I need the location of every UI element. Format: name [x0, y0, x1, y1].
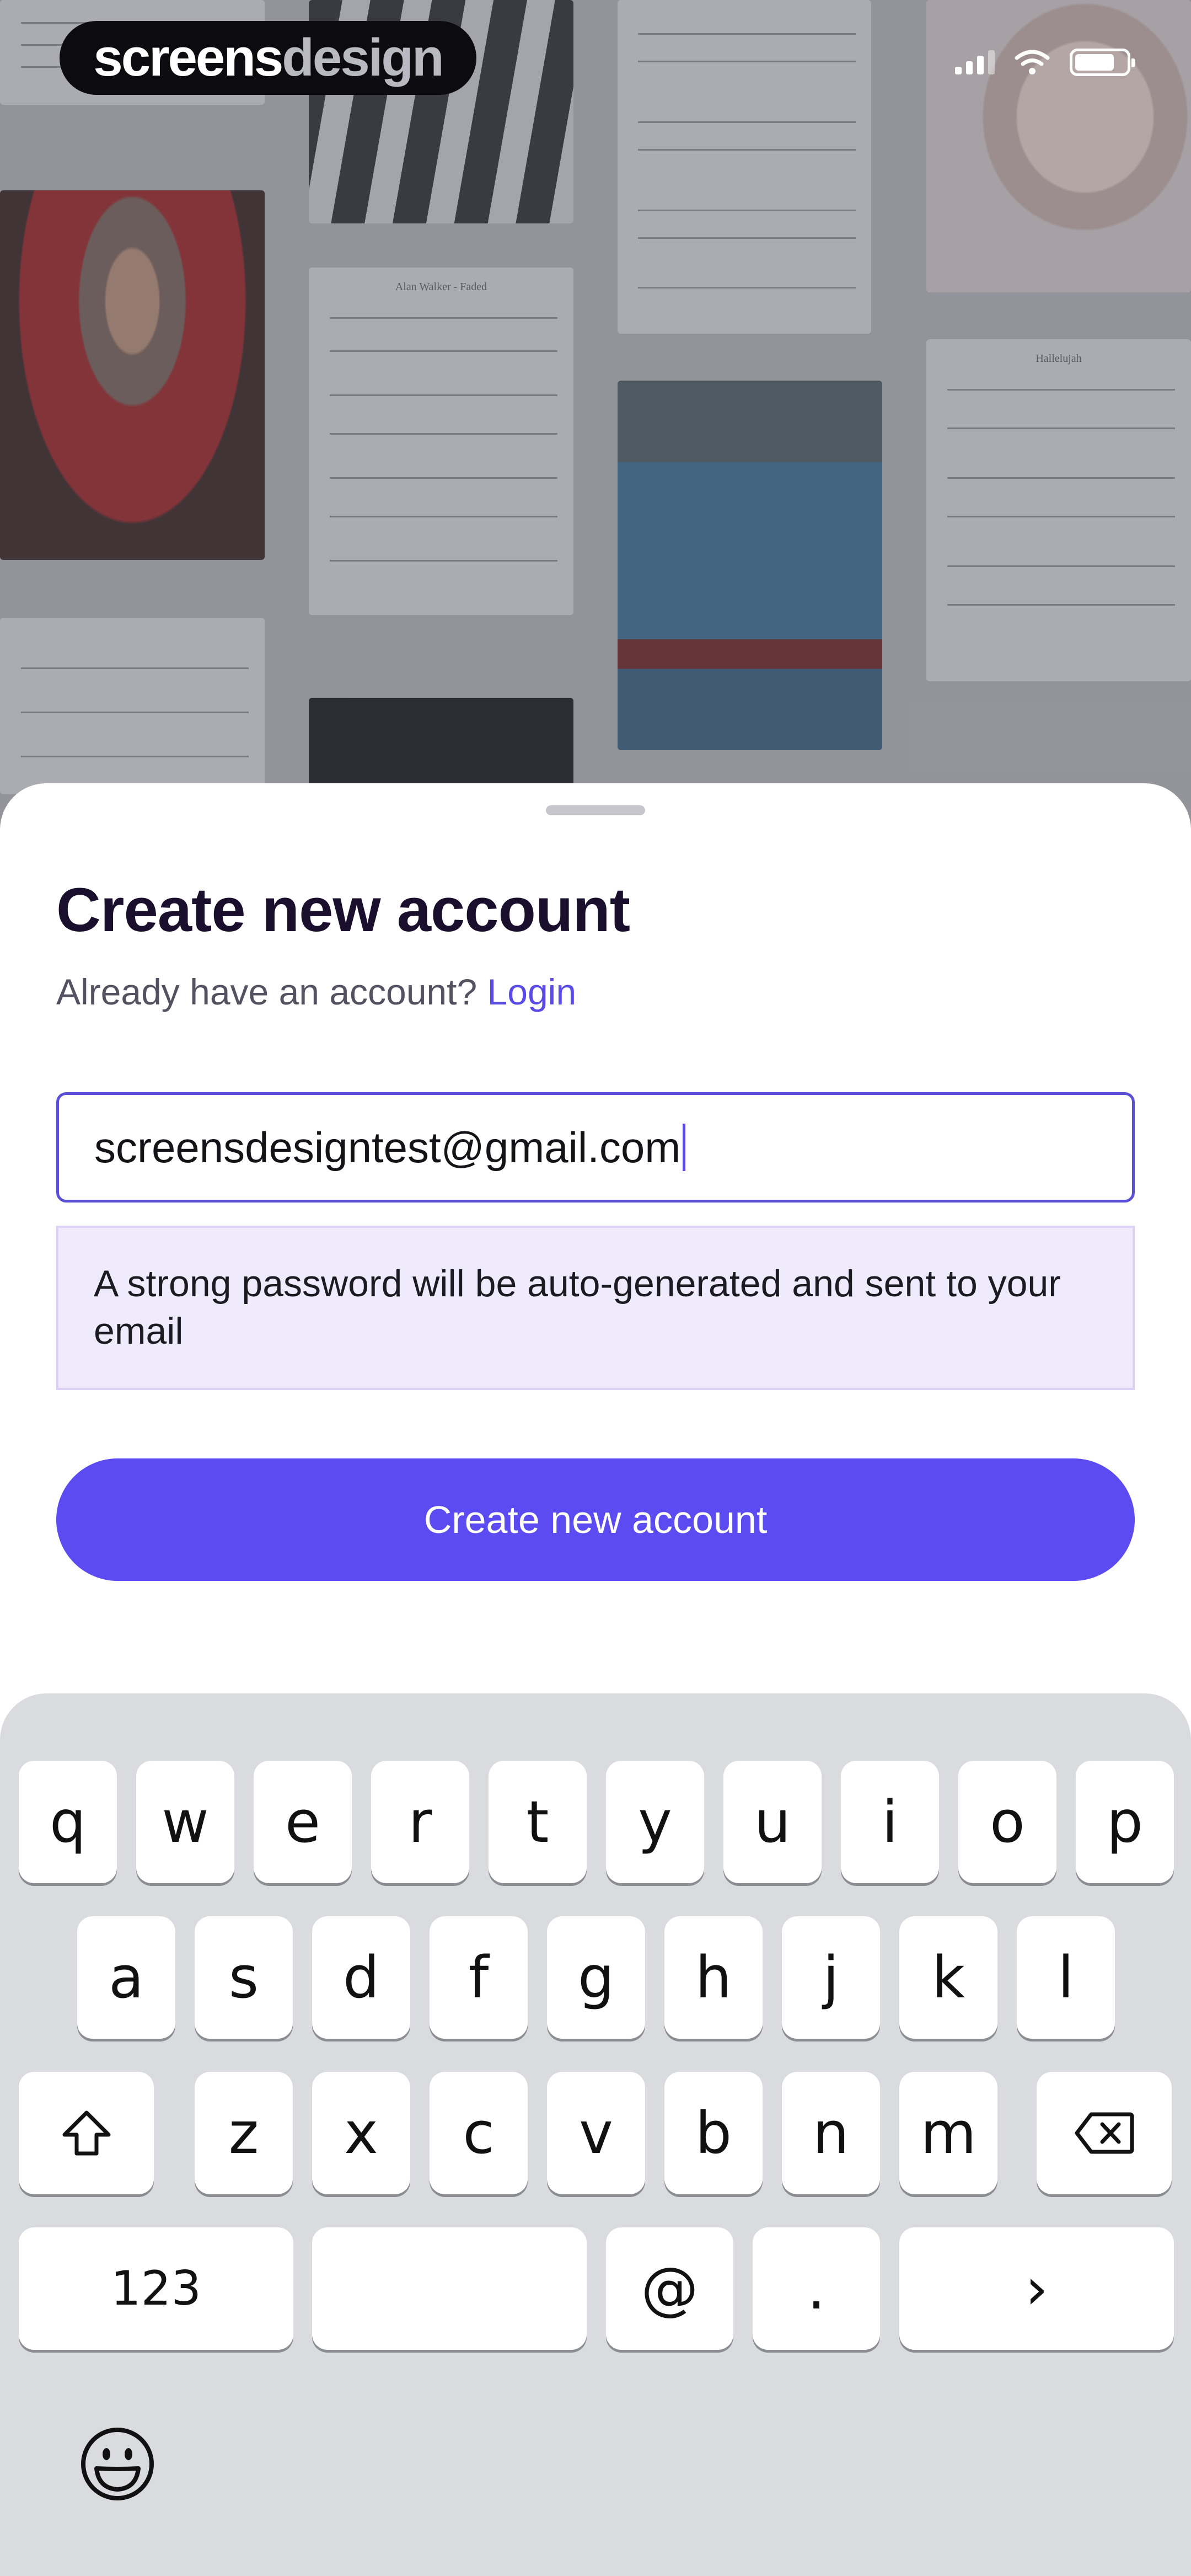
key-a[interactable]: a: [77, 1916, 175, 2039]
space-key[interactable]: [312, 2227, 587, 2350]
wifi-icon: [1015, 49, 1050, 76]
key-g[interactable]: g: [547, 1916, 645, 2039]
shift-icon: [59, 2108, 114, 2158]
shift-key[interactable]: [19, 2072, 154, 2194]
key-t[interactable]: t: [489, 1761, 587, 1883]
key-m[interactable]: m: [899, 2072, 997, 2194]
key-c[interactable]: c: [430, 2072, 528, 2194]
key-b[interactable]: b: [664, 2072, 763, 2194]
delete-icon: [1074, 2110, 1135, 2156]
next-key[interactable]: ›: [899, 2227, 1174, 2350]
key-h[interactable]: h: [664, 1916, 763, 2039]
numbers-key[interactable]: 123: [19, 2227, 293, 2350]
emoji-icon: [79, 2425, 156, 2503]
sheet-grabber-handle[interactable]: [546, 805, 645, 815]
brand-part-2: design: [282, 28, 444, 87]
dot-key[interactable]: .: [753, 2227, 880, 2350]
key-w[interactable]: w: [136, 1761, 234, 1883]
key-p[interactable]: p: [1076, 1761, 1174, 1883]
delete-key[interactable]: [1037, 2072, 1172, 2194]
emoji-button[interactable]: [76, 2423, 159, 2505]
status-bar-icons: [955, 49, 1135, 76]
password-notice: A strong password will be auto-generated…: [56, 1226, 1135, 1390]
login-link[interactable]: Login: [487, 971, 577, 1012]
key-x[interactable]: x: [312, 2072, 410, 2194]
email-field-value: screensdesigntest@gmail.com: [94, 1123, 681, 1172]
background-dim-overlay: [0, 0, 1191, 827]
screensdesign-watermark: screens design: [60, 21, 476, 95]
key-o[interactable]: o: [958, 1761, 1056, 1883]
key-q[interactable]: q: [19, 1761, 117, 1883]
page-title: Create new account: [56, 875, 630, 944]
key-d[interactable]: d: [312, 1916, 410, 2039]
key-j[interactable]: j: [782, 1916, 880, 2039]
key-l[interactable]: l: [1017, 1916, 1115, 2039]
background-collage: Alan Walker - Faded Hallelujah: [0, 0, 1191, 827]
key-i[interactable]: i: [841, 1761, 939, 1883]
login-prompt: Already have an account? Login: [56, 971, 576, 1013]
key-z[interactable]: z: [195, 2072, 293, 2194]
email-field[interactable]: screensdesigntest@gmail.com: [56, 1092, 1135, 1203]
key-n[interactable]: n: [782, 2072, 880, 2194]
key-e[interactable]: e: [254, 1761, 352, 1883]
key-v[interactable]: v: [547, 2072, 645, 2194]
brand-part-1: screens: [93, 28, 283, 87]
at-key[interactable]: @: [606, 2227, 733, 2350]
key-y[interactable]: y: [606, 1761, 704, 1883]
key-r[interactable]: r: [371, 1761, 469, 1883]
create-account-button[interactable]: Create new account: [56, 1458, 1135, 1581]
login-prompt-text: Already have an account?: [56, 971, 478, 1012]
cellular-signal-icon: [955, 50, 995, 74]
text-cursor: [683, 1124, 686, 1171]
key-u[interactable]: u: [723, 1761, 822, 1883]
key-s[interactable]: s: [195, 1916, 293, 2039]
onscreen-keyboard: q w e r t y u i o p a s d f g h j k l z …: [0, 1693, 1191, 2576]
key-k[interactable]: k: [899, 1916, 997, 2039]
battery-icon: [1070, 49, 1135, 76]
key-f[interactable]: f: [430, 1916, 528, 2039]
